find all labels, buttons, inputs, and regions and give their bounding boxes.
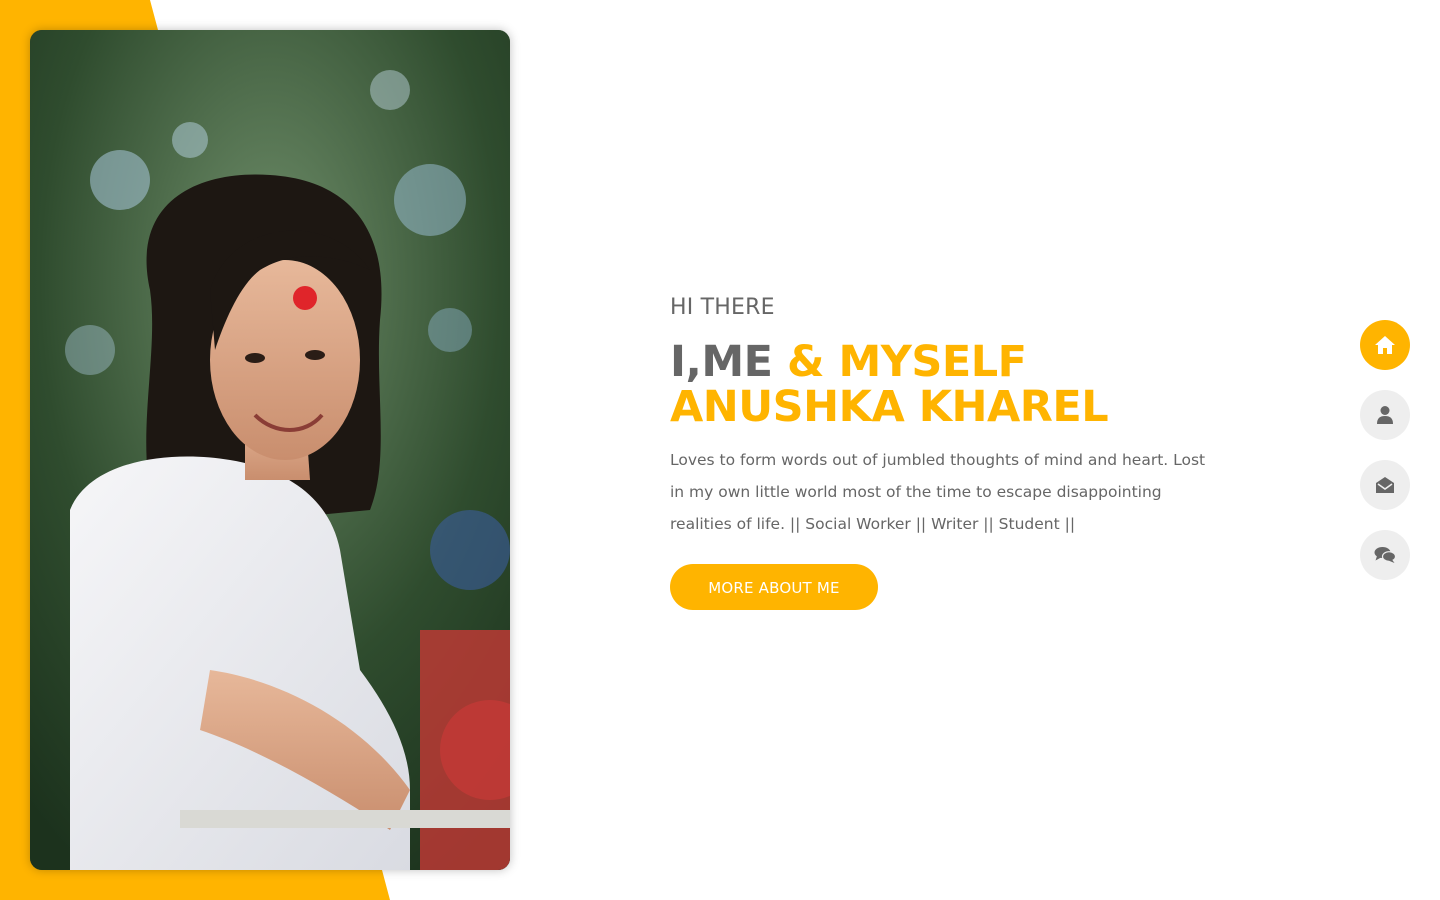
nav-home-button[interactable] — [1360, 320, 1410, 370]
nav-contact-button[interactable] — [1360, 460, 1410, 510]
envelope-icon — [1376, 477, 1394, 493]
home-icon — [1375, 336, 1395, 354]
comments-icon — [1374, 547, 1396, 563]
nav-blog-button[interactable] — [1360, 530, 1410, 580]
headline-name: ANUSHKA KHAREL — [670, 382, 1109, 432]
bio-text: Loves to form words out of jumbled thoug… — [670, 451, 1206, 533]
user-icon — [1377, 406, 1393, 424]
headline-part-1: I,ME — [670, 337, 773, 387]
nav-about-button[interactable] — [1360, 390, 1410, 440]
profile-photo — [30, 30, 510, 870]
page: HI THERE I,ME & MYSELF ANUSHKA KHAREL Lo… — [0, 0, 1440, 900]
greeting-text: HI THERE — [670, 295, 775, 320]
hero-section: HI THERE I,ME & MYSELF ANUSHKA KHAREL Lo… — [670, 292, 1230, 610]
headline-part-2: & MYSELF — [786, 337, 1027, 387]
side-nav — [1360, 320, 1410, 600]
more-about-me-button[interactable]: MORE ABOUT ME — [670, 564, 878, 610]
hero-headline: I,ME & MYSELF ANUSHKA KHAREL — [670, 340, 1230, 430]
